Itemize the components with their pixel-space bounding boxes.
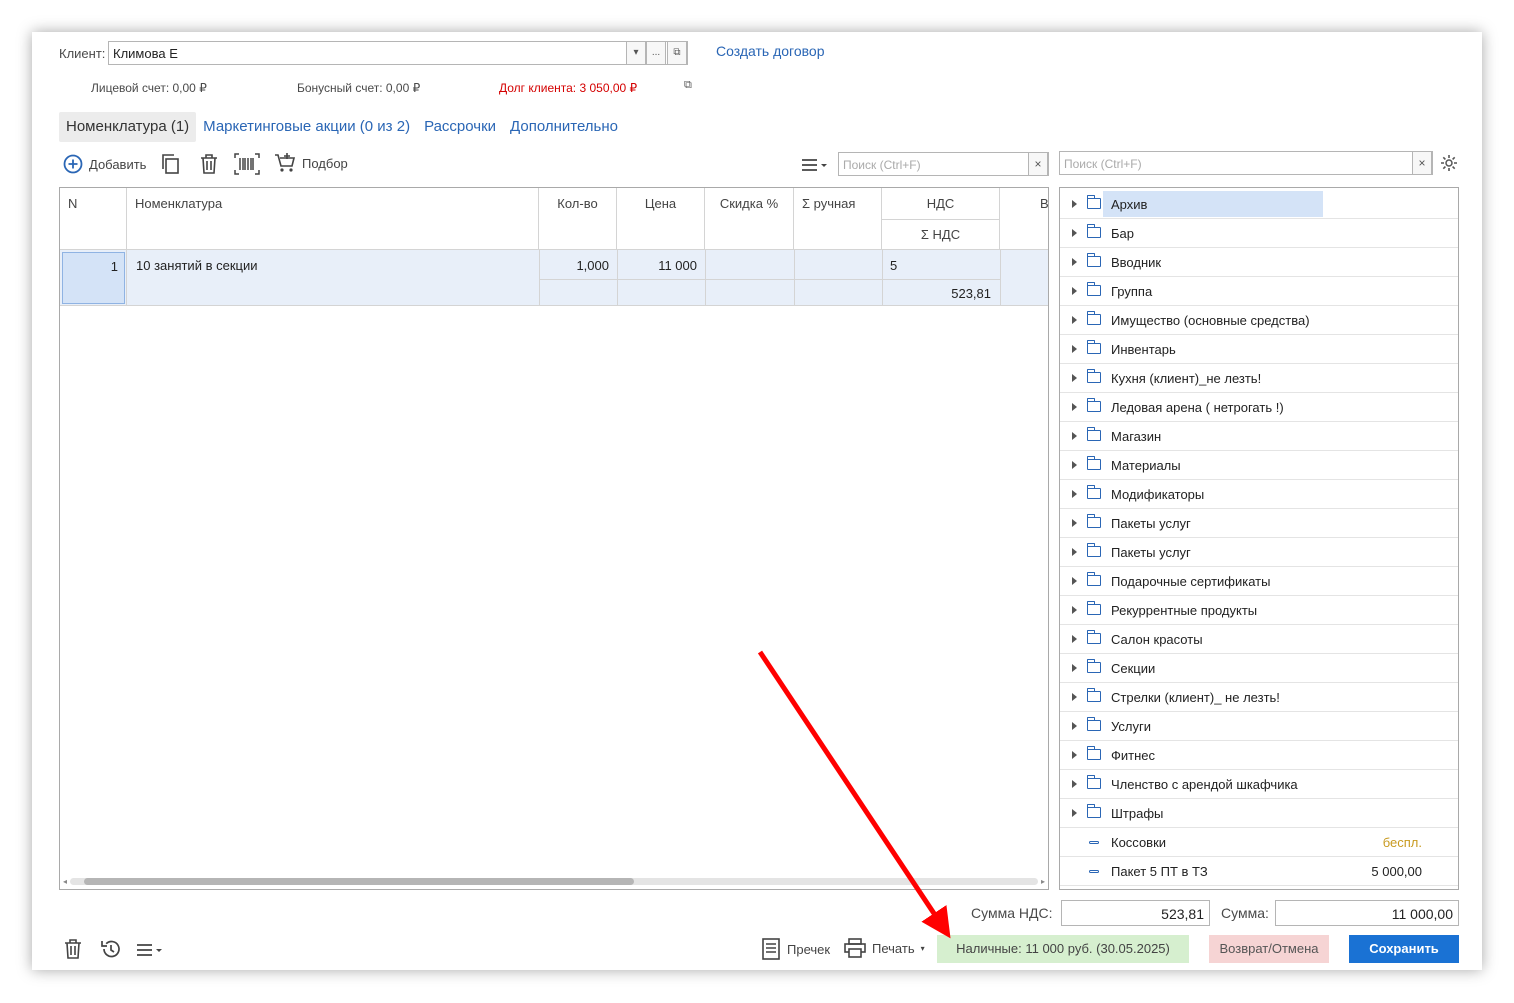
annotation-arrow [757, 650, 951, 939]
